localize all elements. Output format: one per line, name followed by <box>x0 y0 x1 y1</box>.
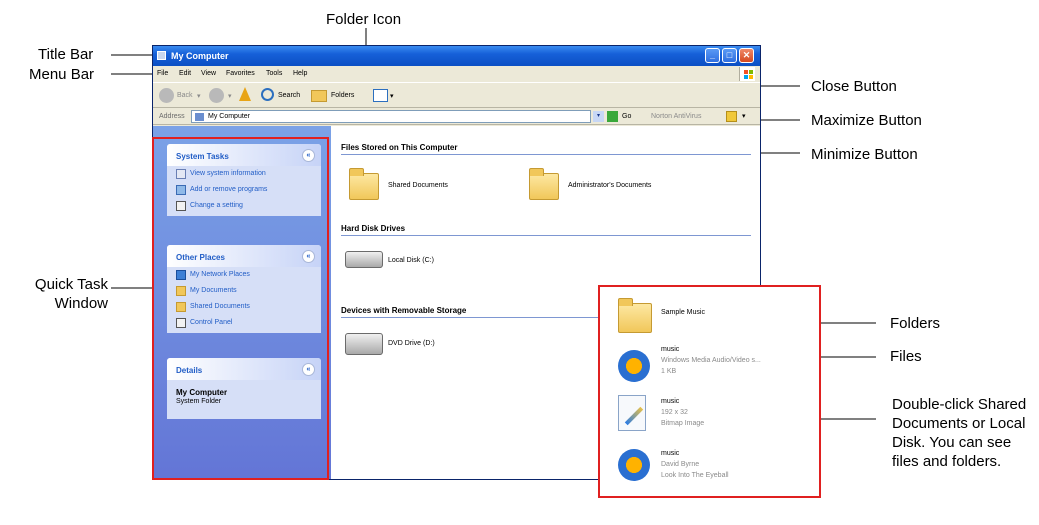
callout-close-button: Close Button <box>811 78 897 95</box>
callout-maximize-button: Maximize Button <box>811 112 922 129</box>
bitmap-image-icon[interactable] <box>618 395 646 431</box>
shared-documents-label[interactable]: Shared Documents <box>388 182 448 189</box>
address-label: Address <box>159 113 185 120</box>
window-title: My Computer <box>171 51 229 61</box>
back-dropdown-icon[interactable]: ▾ <box>197 92 201 100</box>
dvd-drive-label[interactable]: DVD Drive (D:) <box>388 340 435 347</box>
address-bar: Address My Computer ▾ Go Norton AntiViru… <box>153 108 760 125</box>
up-folder-icon[interactable] <box>239 87 251 101</box>
callout-menu-bar: Menu Bar <box>29 66 95 83</box>
zoom-item-name[interactable]: music <box>661 450 679 457</box>
folders-button-label[interactable]: Folders <box>331 92 354 99</box>
go-arrow-icon[interactable] <box>607 111 618 122</box>
zoom-item-detail: David Byrne <box>661 461 700 468</box>
my-computer-icon <box>157 51 166 60</box>
quick-task-highlight <box>152 137 329 480</box>
norton-icon[interactable] <box>726 111 737 122</box>
callout-minimize-button: Minimize Button <box>811 146 918 163</box>
zoom-item-detail: Windows Media Audio/Video s... <box>661 357 761 364</box>
views-icon[interactable] <box>373 89 388 102</box>
close-button[interactable]: ✕ <box>739 48 754 63</box>
search-icon[interactable] <box>261 88 274 101</box>
menu-edit[interactable]: Edit <box>179 70 191 77</box>
zoom-item-detail: 1 KB <box>661 368 677 375</box>
norton-antivirus-label[interactable]: Norton AntiVirus <box>651 113 701 120</box>
windows-logo-icon <box>739 67 755 81</box>
zoom-item-detail: Bitmap Image <box>661 420 705 427</box>
callout-title-bar: Title Bar <box>38 46 94 63</box>
callout-folders: Folders <box>890 315 941 332</box>
local-disk-label[interactable]: Local Disk (C:) <box>388 257 434 264</box>
zoom-item-name[interactable]: Sample Music <box>661 309 705 316</box>
administrators-documents-folder-icon[interactable] <box>529 168 559 200</box>
group-header-files-stored: Files Stored on This Computer <box>341 143 751 155</box>
forward-arrow-icon[interactable] <box>209 88 224 103</box>
address-value: My Computer <box>208 113 251 120</box>
dvd-drive-icon[interactable] <box>345 333 383 355</box>
back-arrow-icon[interactable] <box>159 88 174 103</box>
shared-documents-folder-icon[interactable] <box>349 168 379 200</box>
group-header-hard-disk: Hard Disk Drives <box>341 224 751 236</box>
toolbar: Back ▾ ▾ Search Folders ▾ <box>153 82 760 108</box>
go-button-label[interactable]: Go <box>622 113 631 120</box>
callout-files: Files <box>890 348 922 365</box>
zoom-item-name[interactable]: music <box>661 346 679 353</box>
title-bar[interactable]: My Computer _ □ ✕ <box>153 46 760 66</box>
menu-file[interactable]: File <box>157 70 168 77</box>
callout-folder-icon: Folder Icon <box>326 11 402 28</box>
local-disk-drive-icon[interactable] <box>345 251 383 268</box>
windows-media-audio-icon[interactable] <box>618 449 650 481</box>
sample-music-folder-icon[interactable] <box>618 298 652 333</box>
menu-tools[interactable]: Tools <box>266 70 282 77</box>
search-button-label[interactable]: Search <box>278 92 300 99</box>
zoom-item-detail: Look Into The Eyeball <box>661 472 729 479</box>
minimize-button[interactable]: _ <box>705 48 720 63</box>
address-dropdown-icon[interactable]: ▾ <box>593 111 604 122</box>
folders-icon[interactable] <box>311 90 327 102</box>
menu-view[interactable]: View <box>201 70 216 77</box>
callout-double-click: Double-click Shared Documents or Local D… <box>892 396 1027 470</box>
menu-help[interactable]: Help <box>293 70 307 77</box>
administrators-documents-label[interactable]: Administrator's Documents <box>568 182 651 189</box>
norton-dropdown-icon[interactable]: ▾ <box>742 112 746 120</box>
views-dropdown-icon[interactable]: ▾ <box>390 92 394 100</box>
menu-favorites[interactable]: Favorites <box>226 70 255 77</box>
zoomed-file-list: Sample Music music Windows Media Audio/V… <box>598 285 821 498</box>
address-field[interactable]: My Computer <box>191 110 591 123</box>
my-computer-small-icon <box>195 113 204 121</box>
back-button-label[interactable]: Back <box>177 92 193 99</box>
menu-bar: File Edit View Favorites Tools Help <box>153 66 760 82</box>
callout-quick-task-window: Quick Task Window <box>34 276 108 312</box>
windows-media-audio-icon[interactable] <box>618 350 650 382</box>
forward-dropdown-icon[interactable]: ▾ <box>228 92 232 100</box>
zoom-item-name[interactable]: music <box>661 398 679 405</box>
maximize-button[interactable]: □ <box>722 48 737 63</box>
zoom-item-detail: 192 x 32 <box>661 409 688 416</box>
